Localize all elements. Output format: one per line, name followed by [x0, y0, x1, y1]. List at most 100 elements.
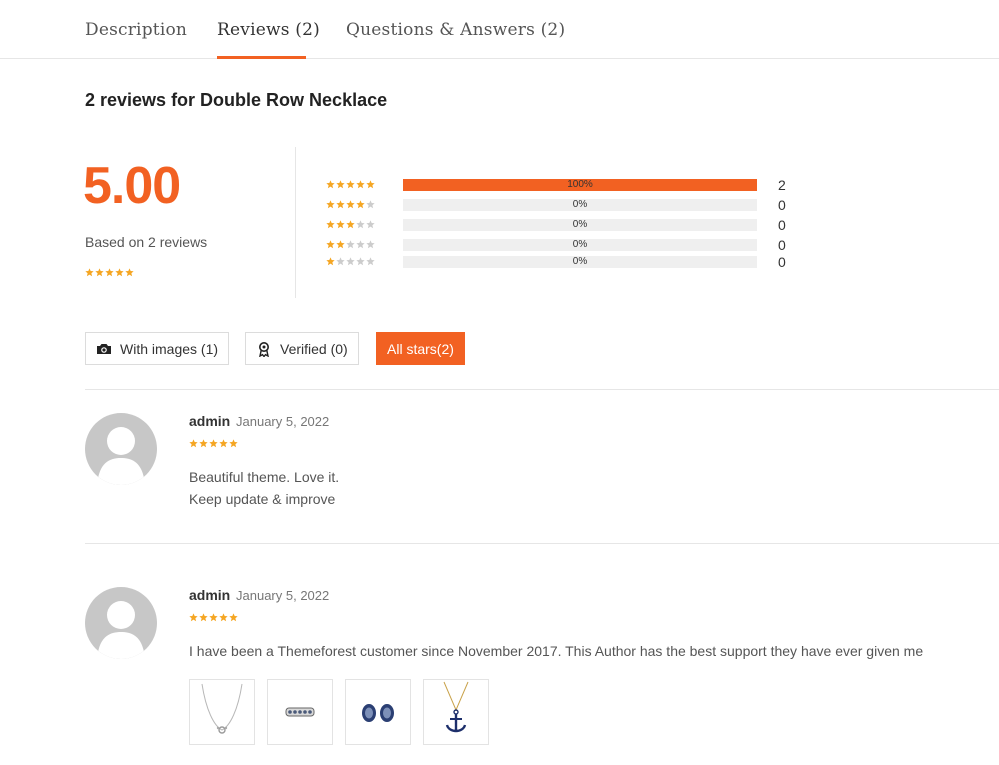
star-filled-icon: [189, 613, 198, 622]
star-filled-icon: [199, 613, 208, 622]
star-filled-icon: [219, 439, 228, 448]
avatar: [85, 413, 157, 485]
divider: [85, 543, 999, 544]
review-image-earrings[interactable]: [345, 679, 411, 745]
star-empty-icon: [366, 200, 375, 209]
star-filled-icon: [125, 268, 134, 277]
star-filled-icon: [326, 200, 335, 209]
tab-questions-answers[interactable]: Questions & Answers (2): [346, 20, 565, 40]
filter-all-stars-label: All stars(2): [387, 340, 454, 357]
star-filled-icon: [219, 613, 228, 622]
rating-count: 0: [778, 217, 786, 233]
rating-count: 0: [778, 197, 786, 213]
rating-count: 2: [778, 177, 786, 193]
row-stars: [326, 257, 375, 266]
row-stars: [326, 240, 375, 249]
star-filled-icon: [229, 439, 238, 448]
rating-percent: 0%: [572, 239, 588, 250]
rating-row-2[interactable]: 0% 0: [326, 237, 796, 253]
rating-bar: 0%: [403, 256, 757, 268]
star-filled-icon: [209, 613, 218, 622]
review-author: admin: [189, 587, 231, 603]
star-empty-icon: [356, 257, 365, 266]
star-empty-icon: [356, 220, 365, 229]
camera-icon: [96, 341, 112, 357]
rating-row-5[interactable]: 100% 2: [326, 177, 796, 193]
rating-bar: 100%: [403, 179, 757, 191]
star-filled-icon: [356, 180, 365, 189]
star-filled-icon: [229, 613, 238, 622]
tab-description[interactable]: Description: [85, 20, 187, 40]
review-text-line: I have been a Themeforest customer since…: [189, 643, 924, 659]
filter-with-images-button[interactable]: With images (1): [85, 332, 230, 365]
review-author: admin: [189, 413, 231, 429]
filter-with-images-label: With images (1): [120, 340, 219, 357]
star-empty-icon: [356, 240, 365, 249]
divider: [85, 389, 999, 390]
tab-reviews[interactable]: Reviews (2): [217, 20, 320, 40]
star-empty-icon: [366, 240, 375, 249]
filter-all-stars-button[interactable]: All stars(2): [376, 332, 465, 365]
average-rating: 5.00: [83, 157, 181, 215]
based-on-count: Based on 2 reviews: [85, 234, 208, 250]
rating-percent: 0%: [572, 256, 588, 267]
star-empty-icon: [366, 257, 375, 266]
star-empty-icon: [346, 257, 355, 266]
product-tabs: Description Reviews (2) Questions & Answ…: [0, 0, 999, 59]
star-filled-icon: [326, 180, 335, 189]
star-filled-icon: [209, 439, 218, 448]
review-text-line: Beautiful theme. Love it.: [189, 469, 340, 485]
rating-count: 0: [778, 254, 786, 270]
star-filled-icon: [326, 257, 335, 266]
avatar: [85, 587, 157, 659]
star-empty-icon: [346, 240, 355, 249]
star-empty-icon: [366, 220, 375, 229]
review-date: January 5, 2022: [236, 588, 330, 603]
star-filled-icon: [346, 220, 355, 229]
star-filled-icon: [336, 180, 345, 189]
star-filled-icon: [115, 268, 124, 277]
review-image-anchor-pendant[interactable]: [423, 679, 489, 745]
star-filled-icon: [326, 240, 335, 249]
review-stars: [189, 439, 238, 448]
star-filled-icon: [105, 268, 114, 277]
star-filled-icon: [189, 439, 198, 448]
reviews-heading: 2 reviews for Double Row Necklace: [85, 90, 388, 110]
rating-bar: 0%: [403, 239, 757, 251]
star-filled-icon: [95, 268, 104, 277]
rating-bar: 0%: [403, 199, 757, 211]
rating-row-1[interactable]: 0% 0: [326, 254, 796, 270]
rating-row-3[interactable]: 0% 0: [326, 217, 796, 233]
summary-stars: [85, 268, 134, 277]
award-badge-icon: [256, 341, 272, 358]
review-item: admin January 5, 2022 I have been a Them…: [85, 587, 999, 747]
star-filled-icon: [336, 220, 345, 229]
rating-percent: 0%: [572, 199, 588, 210]
rating-percent: 0%: [572, 219, 588, 230]
review-stars: [189, 613, 238, 622]
review-text-line: Keep update & improve: [189, 491, 336, 507]
star-filled-icon: [356, 200, 365, 209]
rating-count: 0: [778, 237, 786, 253]
rating-bar: 0%: [403, 219, 757, 231]
filter-verified-button[interactable]: Verified (0): [245, 332, 359, 365]
star-filled-icon: [336, 240, 345, 249]
star-filled-icon: [326, 220, 335, 229]
star-filled-icon: [346, 180, 355, 189]
star-filled-icon: [199, 439, 208, 448]
star-empty-icon: [336, 257, 345, 266]
review-date: January 5, 2022: [236, 414, 330, 429]
active-tab-indicator: [217, 56, 306, 59]
review-image-necklace[interactable]: [189, 679, 255, 745]
filter-verified-label: Verified (0): [280, 340, 348, 357]
summary-divider: [295, 147, 296, 298]
row-stars: [326, 180, 375, 189]
review-image-ring[interactable]: [267, 679, 333, 745]
rating-row-4[interactable]: 0% 0: [326, 197, 796, 213]
star-filled-icon: [366, 180, 375, 189]
rating-percent: 100%: [567, 179, 593, 190]
row-stars: [326, 200, 375, 209]
review-item: admin January 5, 2022 Beautiful theme. L…: [85, 413, 999, 523]
star-filled-icon: [346, 200, 355, 209]
star-filled-icon: [85, 268, 94, 277]
